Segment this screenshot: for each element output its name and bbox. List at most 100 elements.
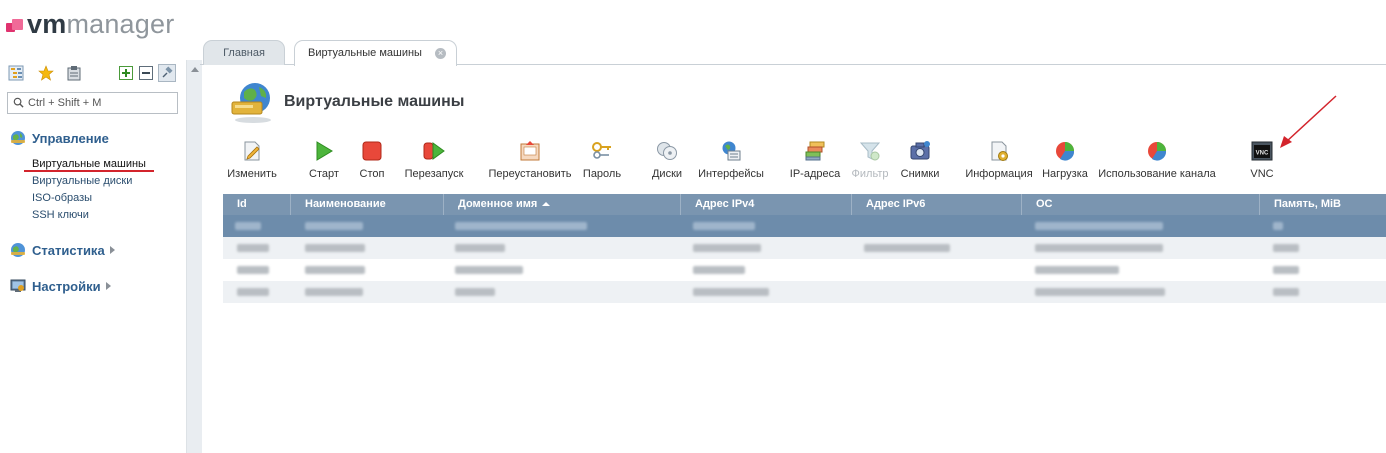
play-icon [316,141,333,161]
tab-label: Виртуальные машины [308,47,422,59]
favorites-star-icon[interactable] [38,65,54,81]
ip-addresses-icon [805,141,825,161]
page-header: Виртуальные машины [230,80,464,124]
info-button[interactable]: Информация [964,138,1034,184]
sidebar-toolbar [8,64,178,83]
vm-globe-icon [231,83,271,123]
reinstall-icon [520,141,540,161]
scroll-up-icon[interactable] [191,67,199,72]
snapshots-button[interactable]: Снимки [898,138,942,184]
table-row[interactable] [223,237,1386,259]
tab-bar: Главная Виртуальные машины × [200,40,1386,66]
column-header-id[interactable]: Id [223,194,291,215]
button-label: Стоп [359,168,385,180]
sidebar-section-label: Статистика [32,242,105,258]
clipboard-icon[interactable] [66,65,82,81]
reinstall-button[interactable]: Переустановить [486,138,574,184]
globe-icon [11,131,25,145]
button-label: Пароль [582,168,622,180]
column-header-ipv4[interactable]: Адрес IPv4 [681,194,852,215]
restart-button[interactable]: Перезапуск [402,138,466,184]
app-logo[interactable]: vmmanager [6,8,174,40]
bandwidth-button[interactable]: Использование канала [1096,138,1218,184]
restart-icon [423,142,445,160]
chart-icon [11,243,25,257]
sidebar-section-statistics[interactable]: Статистика [10,242,115,258]
expand-all-icon[interactable] [118,65,134,81]
left-sidebar: Управление Виртуальные машины Виртуальны… [0,60,186,453]
column-header-memory[interactable]: Память, MiB [1260,194,1386,215]
column-header-domain[interactable]: Доменное имя [444,194,681,215]
table-header: Id Наименование Доменное имя Адрес IPv4 … [223,194,1386,215]
button-label: Изменить [227,168,277,180]
settings-monitor-icon [10,279,26,292]
button-label: Диски [651,168,683,180]
column-header-ipv6[interactable]: Адрес IPv6 [852,194,1022,215]
sidebar-section-management[interactable]: Управление [10,130,109,146]
interfaces-button[interactable]: Интерфейсы [696,138,766,184]
start-button[interactable]: Старт [306,138,342,184]
filter-icon [859,142,881,161]
button-label: Снимки [900,168,940,180]
disks-button[interactable]: Диски [648,138,686,184]
sidebar-section-label: Настройки [32,278,101,294]
table-row[interactable] [223,281,1386,303]
button-label: Нагрузка [1042,168,1088,180]
load-pie-icon [1056,142,1075,161]
tree-view-icon[interactable] [8,65,24,81]
button-label: IP-адреса [789,168,841,180]
pin-icon[interactable] [158,64,176,82]
sidebar-item-ssh-keys[interactable]: SSH ключи [32,207,146,224]
button-label: Информация [965,168,1033,180]
edit-button[interactable]: Изменить [226,138,278,184]
search-icon [13,97,24,108]
filter-button[interactable]: Фильтр [850,138,890,184]
button-label: VNC [1250,168,1274,180]
stop-icon [362,141,382,161]
annotation-arrow [1280,95,1337,148]
page-title: Виртуальные машины [284,93,465,110]
menu-search[interactable] [7,92,178,114]
ip-addresses-button[interactable]: IP-адреса [788,138,842,184]
logo-mark-icon [6,19,24,33]
table-row[interactable] [223,215,1386,237]
info-icon [991,141,1008,161]
chevron-right-icon [109,246,115,254]
table-row[interactable] [223,259,1386,281]
button-label: Использование канала [1098,168,1216,180]
password-button[interactable]: Пароль [580,138,624,184]
button-label: Интерфейсы [698,168,764,180]
svg-text:VNC: VNC [1256,151,1269,157]
tab-label: Главная [223,47,265,59]
annotation-underline [24,170,154,172]
key-icon [592,142,611,159]
sidebar-item-iso-images[interactable]: ISO-образы [32,190,146,207]
disks-icon [657,142,677,160]
collapse-all-icon[interactable] [138,65,154,81]
tab-virtual-machines[interactable]: Виртуальные машины × [294,40,457,66]
action-toolbar: Изменить Старт Стоп Перезапуск Переустан… [220,138,1320,184]
button-label: Фильтр [851,168,889,180]
sidebar-section-settings[interactable]: Настройки [10,278,111,294]
search-input[interactable] [28,95,174,111]
column-header-name[interactable]: Наименование [291,194,444,215]
close-icon[interactable]: × [435,48,446,59]
vm-table: Id Наименование Доменное имя Адрес IPv4 … [223,194,1386,303]
button-label: Старт [309,168,339,180]
chevron-right-icon [105,282,111,290]
tab-home[interactable]: Главная [203,40,285,65]
button-label: Переустановить [488,168,572,180]
logo-text: vmmanager [27,8,175,39]
stop-button[interactable]: Стоп [356,138,388,184]
edit-icon [244,141,260,161]
column-header-os[interactable]: ОС [1022,194,1260,215]
load-button[interactable]: Нагрузка [1040,138,1090,184]
sidebar-section-label: Управление [32,130,109,146]
interfaces-icon [722,141,741,161]
camera-icon [910,141,930,160]
sidebar-scrollbar[interactable] [186,60,202,453]
sort-ascending-icon [542,202,551,206]
button-label: Перезапуск [404,168,464,180]
sidebar-item-virtual-disks[interactable]: Виртуальные диски [32,173,146,190]
bandwidth-pie-icon [1148,142,1167,161]
